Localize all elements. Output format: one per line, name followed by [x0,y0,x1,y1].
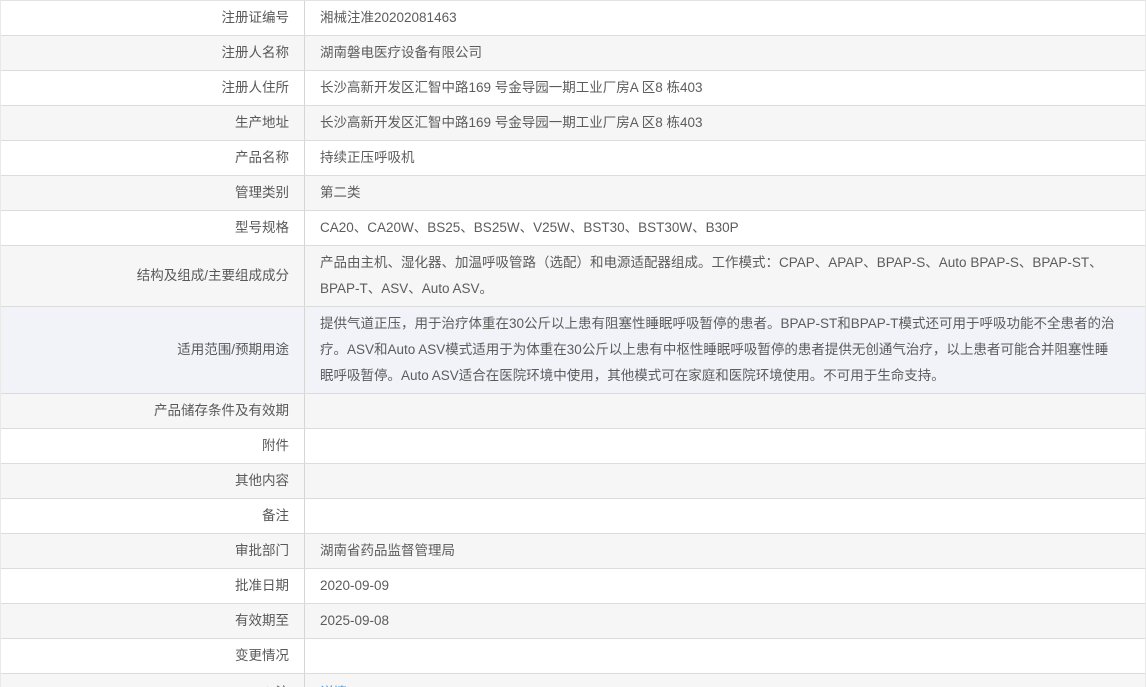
row-value: 2025-09-08 [305,604,1145,638]
table-row: 附件 [1,429,1145,464]
table-row: 注 详情 [1,674,1145,687]
row-label: 产品名称 [1,141,305,175]
row-label: 注 [1,674,305,687]
row-label-text: 注册人名称 [222,40,290,66]
row-label: 管理类别 [1,176,305,210]
row-value: 产品由主机、湿化器、加温呼吸管路（选配）和电源适配器组成。工作模式：CPAP、A… [305,246,1145,306]
row-value [305,464,1145,498]
table-row: 注册人住所 长沙高新开发区汇智中路169 号金导园一期工业厂房A 区8 栋403 [1,71,1145,106]
row-label: 有效期至 [1,604,305,638]
row-label-text: 产品名称 [235,145,289,171]
row-label: 适用范围/预期用途 [1,307,305,393]
row-label-text: 产品储存条件及有效期 [154,398,289,424]
table-row: 其他内容 [1,464,1145,499]
row-value [305,429,1145,463]
details-link[interactable]: 详情 [320,680,347,687]
row-label: 产品储存条件及有效期 [1,394,305,428]
row-value: 提供气道正压，用于治疗体重在30公斤以上患有阻塞性睡眠呼吸暂停的患者。BPAP-… [305,307,1145,393]
row-value: 持续正压呼吸机 [305,141,1145,175]
table-row: 产品名称 持续正压呼吸机 [1,141,1145,176]
row-label: 结构及组成/主要组成成分 [1,246,305,306]
table-row: 生产地址 长沙高新开发区汇智中路169 号金导园一期工业厂房A 区8 栋403 [1,106,1145,141]
row-label: 批准日期 [1,569,305,603]
row-label: 审批部门 [1,534,305,568]
table-row: 注册证编号 湘械注准20202081463 [1,1,1145,36]
row-label: 生产地址 [1,106,305,140]
table-row: 适用范围/预期用途 提供气道正压，用于治疗体重在30公斤以上患有阻塞性睡眠呼吸暂… [1,307,1145,394]
row-value: 湖南磐电医疗设备有限公司 [305,36,1145,70]
row-value: 湘械注准20202081463 [305,1,1145,35]
registration-table: 注册证编号 湘械注准20202081463 注册人名称 湖南磐电医疗设备有限公司… [0,0,1146,687]
row-label: 注册人住所 [1,71,305,105]
table-row: 结构及组成/主要组成成分 产品由主机、湿化器、加温呼吸管路（选配）和电源适配器组… [1,246,1145,307]
registration-detail-page: 注册证编号 湘械注准20202081463 注册人名称 湖南磐电医疗设备有限公司… [0,0,1146,687]
row-value: 详情 [305,674,1145,687]
row-label: 备注 [1,499,305,533]
row-label-text: 生产地址 [235,110,289,136]
table-row: 注册人名称 湖南磐电医疗设备有限公司 [1,36,1145,71]
table-row: 审批部门 湖南省药品监督管理局 [1,534,1145,569]
row-label-text: 其他内容 [235,468,289,494]
row-label-text: 注册人住所 [222,75,290,101]
table-row: 批准日期 2020-09-09 [1,569,1145,604]
row-value: 长沙高新开发区汇智中路169 号金导园一期工业厂房A 区8 栋403 [305,71,1145,105]
row-label-text: 适用范围/预期用途 [177,337,289,363]
row-label-text: 变更情况 [235,643,289,669]
row-label-text: 附件 [262,433,289,459]
row-label-text: 型号规格 [235,215,289,241]
row-label-text: 注 [276,680,290,687]
row-value: 湖南省药品监督管理局 [305,534,1145,568]
row-label-text: 审批部门 [235,538,289,564]
row-label: 注册人名称 [1,36,305,70]
row-value [305,394,1145,428]
row-label-text: 注册证编号 [222,5,290,31]
table-row: 产品储存条件及有效期 [1,394,1145,429]
row-value: 2020-09-09 [305,569,1145,603]
table-row: 备注 [1,499,1145,534]
table-row: 有效期至 2025-09-08 [1,604,1145,639]
table-row: 管理类别 第二类 [1,176,1145,211]
row-label: 变更情况 [1,639,305,673]
row-value: CA20、CA20W、BS25、BS25W、V25W、BST30、BST30W、… [305,211,1145,245]
row-label-text: 备注 [262,503,289,529]
row-label: 型号规格 [1,211,305,245]
row-label: 附件 [1,429,305,463]
row-label: 注册证编号 [1,1,305,35]
row-label-text: 有效期至 [235,608,289,634]
row-label-text: 结构及组成/主要组成成分 [137,263,289,289]
table-row: 变更情况 [1,639,1145,674]
row-label-text: 管理类别 [235,180,289,206]
row-value [305,499,1145,533]
table-row: 型号规格 CA20、CA20W、BS25、BS25W、V25W、BST30、BS… [1,211,1145,246]
row-value [305,639,1145,673]
row-label-text: 批准日期 [235,573,289,599]
row-value: 长沙高新开发区汇智中路169 号金导园一期工业厂房A 区8 栋403 [305,106,1145,140]
row-label: 其他内容 [1,464,305,498]
row-value: 第二类 [305,176,1145,210]
